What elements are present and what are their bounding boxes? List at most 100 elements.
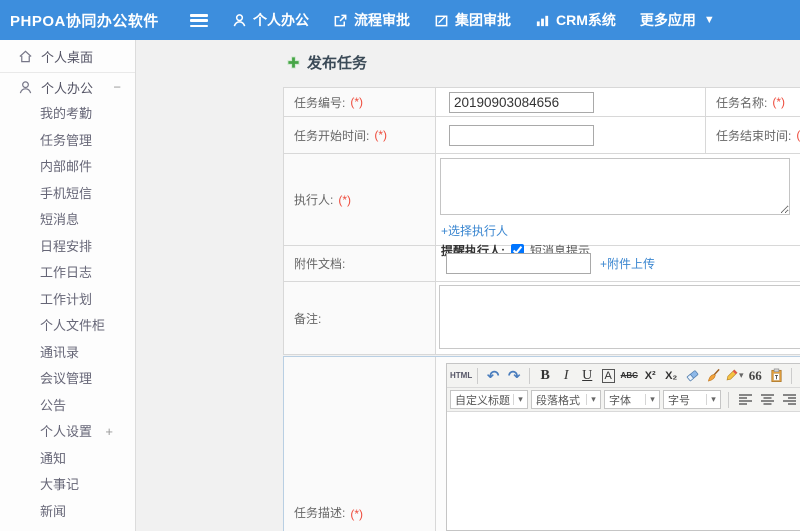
sidebar-item-major-events[interactable]: 大事记 xyxy=(0,472,135,499)
toolbar-separator xyxy=(791,367,793,384)
subscript-button[interactable]: X₂ xyxy=(661,366,681,386)
nav-label: 集团审批 xyxy=(455,12,511,28)
nav-personal-office[interactable]: 个人办公 xyxy=(232,10,309,30)
task-number-label: 任务编号: (*) xyxy=(284,88,436,116)
sidebar-item-notification[interactable]: 通知 xyxy=(0,446,135,473)
collapse-icon[interactable]: − xyxy=(113,80,121,95)
remove-format-button[interactable] xyxy=(682,366,702,386)
sidebar: 个人桌面 个人办公 − 我的考勤 任务管理 内部邮件 手机短信 短消息 日程安排… xyxy=(0,40,136,531)
html-source-button[interactable]: HTML xyxy=(450,366,472,386)
start-time-cell xyxy=(436,117,706,153)
sidebar-item-announcement[interactable]: 公告 xyxy=(0,393,135,420)
chevron-down-icon: ▾ xyxy=(586,394,600,405)
bar-chart-icon xyxy=(536,15,549,26)
remark-textarea[interactable] xyxy=(439,285,800,349)
font-style-button[interactable]: A xyxy=(598,366,618,386)
attachment-cell: +附件上传 xyxy=(436,246,800,281)
end-time-label: 任务结束时间:(*) xyxy=(706,117,800,153)
chevron-down-icon: ▾ xyxy=(645,394,659,405)
sidebar-item-task-management[interactable]: 任务管理 xyxy=(0,128,135,155)
sidebar-item-schedule[interactable]: 日程安排 xyxy=(0,234,135,261)
editor-toolbar-row1: HTML ↶ ↷ B I U A ABC X² X₂ ▾ 66 xyxy=(447,364,800,388)
sidebar-item-work-plan[interactable]: 工作计划 xyxy=(0,287,135,314)
sidebar-item-contacts[interactable]: 通讯录 xyxy=(0,340,135,367)
app-logo: PHPOA协同办公软件 xyxy=(10,12,159,30)
task-number-input[interactable] xyxy=(449,91,594,113)
share-icon xyxy=(334,14,347,26)
nav-more-apps[interactable]: 更多应用 ▼ xyxy=(640,10,715,30)
executor-cell: +选择执行人 提醒执行人: 短消息提示 xyxy=(436,154,800,258)
start-time-label: 任务开始时间: (*) xyxy=(284,117,436,153)
executor-label: 执行人: (*) xyxy=(284,154,436,245)
toolbar-separator xyxy=(529,367,531,384)
sidebar-item-internal-mail[interactable]: 内部邮件 xyxy=(0,154,135,181)
undo-button[interactable]: ↶ xyxy=(483,366,503,386)
edit-icon xyxy=(435,15,448,26)
nav-label: 个人办公 xyxy=(253,12,309,28)
attachment-input[interactable] xyxy=(446,253,591,274)
home-icon xyxy=(19,50,32,62)
choose-executor-link[interactable]: +选择执行人 xyxy=(441,224,508,238)
font-family-select[interactable]: 字体 ▾ xyxy=(604,390,660,409)
sidebar-item-short-message[interactable]: 短消息 xyxy=(0,207,135,234)
page-title: 发布任务 xyxy=(287,52,367,73)
nav-label: 流程审批 xyxy=(354,12,410,28)
required-mark: (*) xyxy=(350,507,364,521)
toolbar-separator xyxy=(477,367,479,384)
sidebar-item-meeting-management[interactable]: 会议管理 xyxy=(0,366,135,393)
editor-content-area[interactable] xyxy=(447,412,800,530)
clipboard-icon xyxy=(771,368,782,382)
paste-as-text-button[interactable] xyxy=(766,366,786,386)
attachment-upload-link[interactable]: +附件上传 xyxy=(600,255,655,272)
nav-group-approval[interactable]: 集团审批 xyxy=(434,10,511,30)
start-time-row: 任务开始时间:(*) 任务结束时间:(*) xyxy=(284,117,800,154)
attachment-row: 附件文档: +附件上传 xyxy=(284,246,800,282)
menu-toggle-icon[interactable] xyxy=(190,14,208,27)
description-row: 任务描述: (*) HTML ↶ ↷ B I U A ABC X² X₂ ▾ 6… xyxy=(283,356,800,531)
heading-select[interactable]: 自定义标题 ▾ xyxy=(450,390,528,409)
start-time-input[interactable] xyxy=(449,124,594,146)
sidebar-item-work-log[interactable]: 工作日志 xyxy=(0,260,135,287)
sidebar-item-label: 个人桌面 xyxy=(41,49,94,65)
executor-textarea[interactable] xyxy=(440,158,790,215)
remark-row: 备注: xyxy=(284,282,800,354)
user-icon xyxy=(19,80,32,93)
required-mark: (*) xyxy=(772,95,786,109)
toolbar-separator xyxy=(728,391,729,408)
align-left-icon[interactable] xyxy=(736,390,755,409)
top-navigation: 个人办公 流程审批 集团审批 CRM系统 更多应用 ▼ xyxy=(232,0,715,40)
bold-button[interactable]: B xyxy=(535,366,555,386)
sidebar-item-desktop[interactable]: 个人桌面 xyxy=(0,40,135,73)
italic-button[interactable]: I xyxy=(556,366,576,386)
sidebar-item-file-cabinet[interactable]: 个人文件柜 xyxy=(0,313,135,340)
redo-button[interactable]: ↷ xyxy=(504,366,524,386)
blockquote-button[interactable]: 66 xyxy=(745,366,765,386)
sidebar-item-news[interactable]: 新闻 xyxy=(0,499,135,526)
format-brush-button[interactable] xyxy=(703,366,723,386)
highlight-color-button[interactable]: ▾ xyxy=(724,366,744,386)
chevron-down-icon: ▾ xyxy=(738,370,744,380)
underline-button[interactable]: U xyxy=(577,366,597,386)
top-header-bar: PHPOA协同办公软件 个人办公 流程审批 集团审批 CRM系统 更多应用 ▼ xyxy=(0,0,800,40)
paragraph-format-select[interactable]: 段落格式 ▾ xyxy=(531,390,601,409)
broom-icon xyxy=(707,368,720,382)
strikethrough-button[interactable]: ABC xyxy=(619,366,639,386)
description-label: 任务描述: (*) xyxy=(284,357,436,531)
sidebar-item-mobile-sms[interactable]: 手机短信 xyxy=(0,181,135,208)
sidebar-item-attendance[interactable]: 我的考勤 xyxy=(0,101,135,128)
phpoa-app: { "colors": { "header_blue": "#3d8edd", … xyxy=(0,0,800,531)
nav-crm-system[interactable]: CRM系统 xyxy=(535,10,616,30)
align-right-icon[interactable] xyxy=(780,390,799,409)
publish-task-form: 任务编号:(*) 任务名称:(*) 任务开始时间:(*) 任务结束时间:(*) … xyxy=(283,87,800,355)
sidebar-item-personal-settings[interactable]: 个人设置 + xyxy=(0,419,135,446)
nav-process-approval[interactable]: 流程审批 xyxy=(333,10,410,30)
chevron-down-icon: ▾ xyxy=(513,394,527,405)
superscript-button[interactable]: X² xyxy=(640,366,660,386)
font-size-select[interactable]: 字号 ▾ xyxy=(663,390,721,409)
editor-toolbar-row2: 自定义标题 ▾ 段落格式 ▾ 字体 ▾ 字号 ▾ xyxy=(447,388,800,412)
sidebar-section-personal-office[interactable]: 个人办公 − xyxy=(0,73,135,101)
description-cell: HTML ↶ ↷ B I U A ABC X² X₂ ▾ 66 自定义标题 ▾ … xyxy=(436,357,800,531)
expand-icon[interactable]: + xyxy=(105,419,113,446)
eraser-icon xyxy=(686,370,698,382)
align-center-icon[interactable] xyxy=(758,390,777,409)
